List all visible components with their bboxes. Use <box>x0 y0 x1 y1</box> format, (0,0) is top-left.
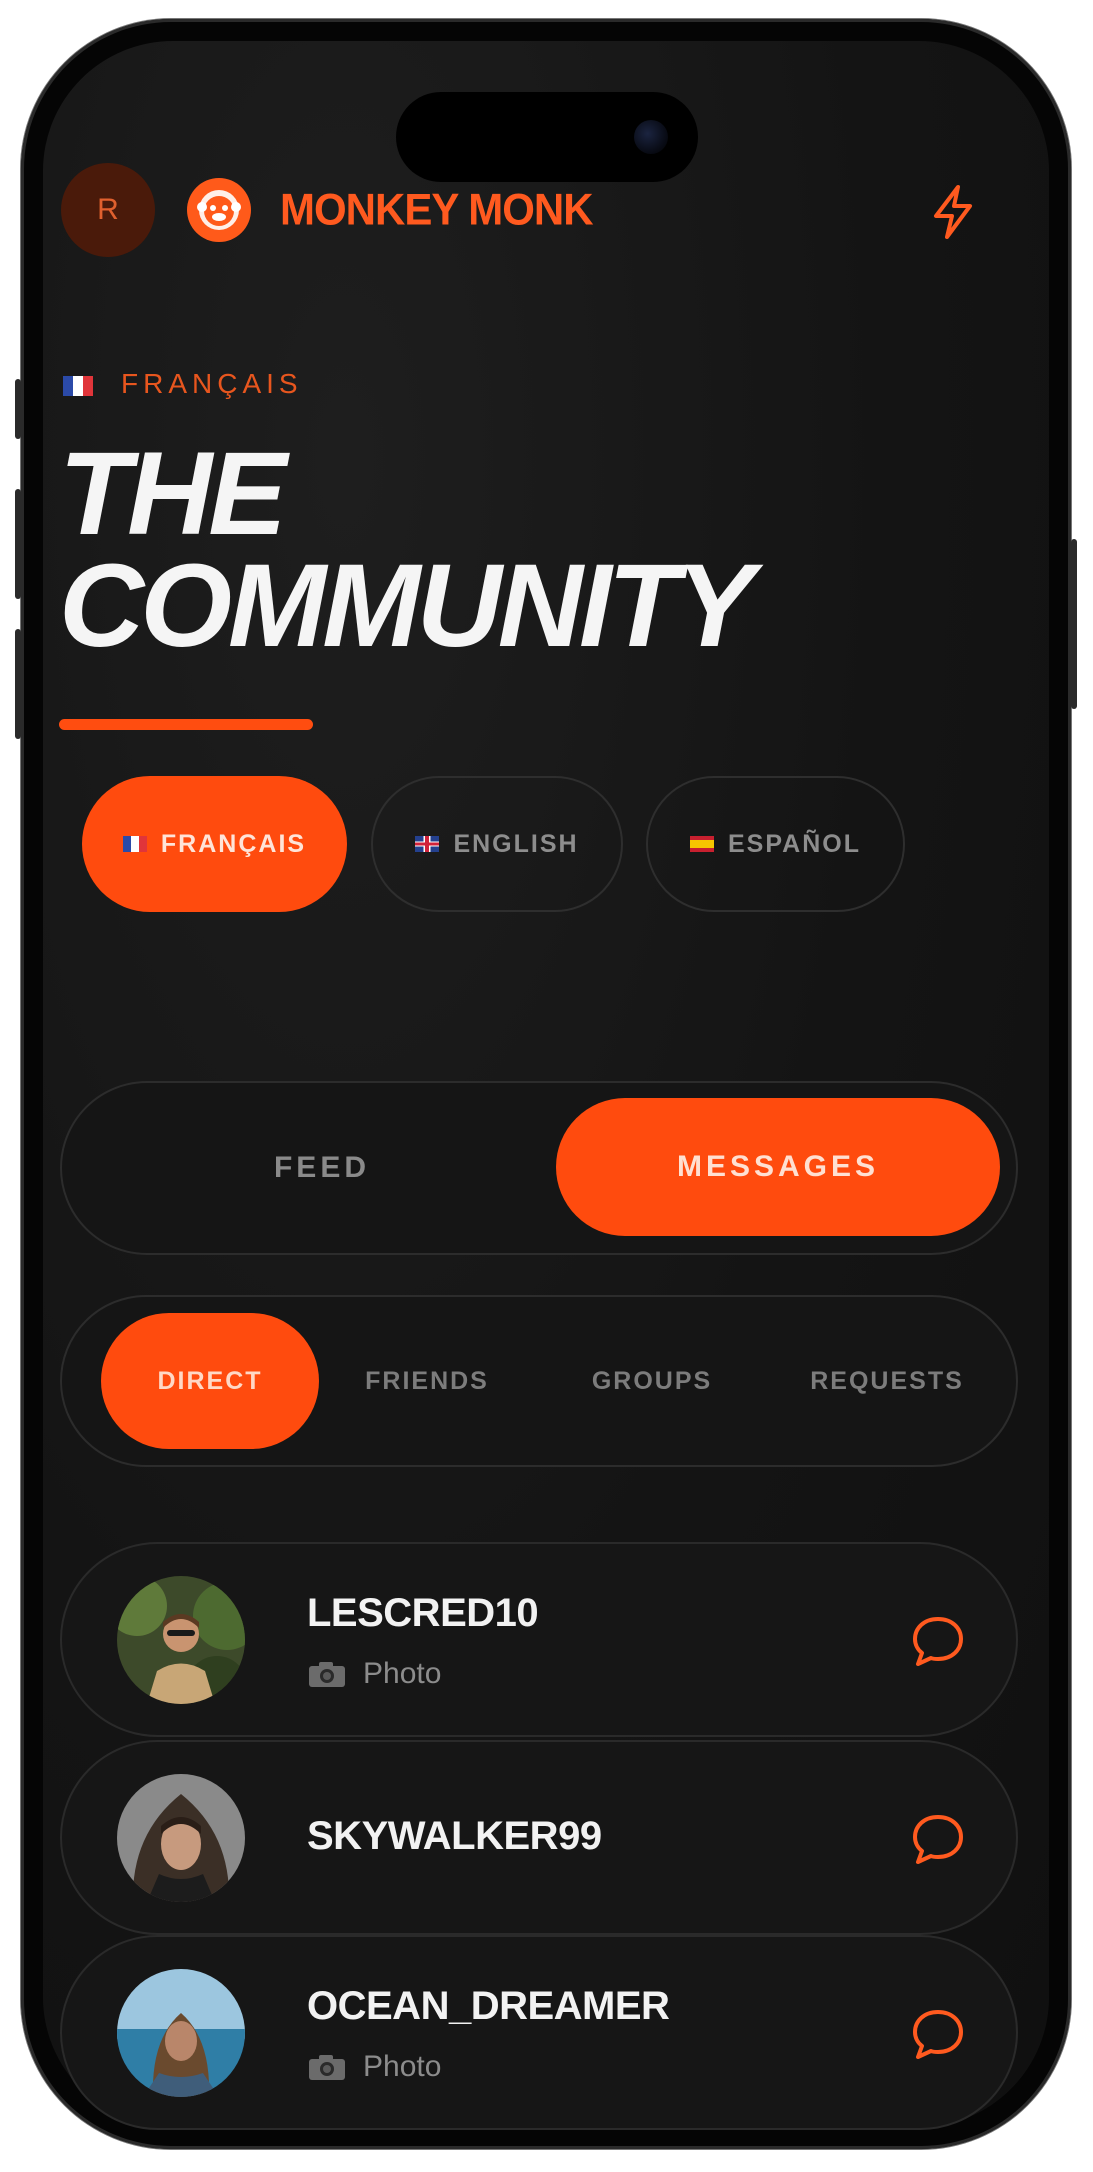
chat-bubble-icon[interactable] <box>910 1812 966 1866</box>
page-title-line-1: THE <box>59 428 287 560</box>
side-button <box>15 379 21 439</box>
volume-up-button <box>15 489 21 599</box>
language-pill-francais[interactable]: FRANÇAIS <box>82 776 347 912</box>
uk-flag-icon <box>415 836 440 852</box>
tab-direct[interactable]: DIRECT <box>101 1313 319 1449</box>
conversation-preview-text: Photo <box>363 1657 442 1690</box>
camera-icon <box>309 1662 345 1687</box>
spain-flag-icon <box>690 836 714 852</box>
conversation-row[interactable]: OCEAN_DREAMER Photo <box>60 1935 1018 2130</box>
monkey-logo-icon <box>187 178 251 242</box>
france-flag-icon <box>122 836 147 852</box>
conversation-preview-text: Photo <box>363 2050 442 2083</box>
language-pill-espanol[interactable]: ESPAÑOL <box>646 776 905 912</box>
tab-feed[interactable]: FEED <box>122 1083 522 1253</box>
user-avatar <box>117 1774 245 1902</box>
chat-bubble-icon[interactable] <box>910 2007 966 2061</box>
page-title: THE COMMUNITY <box>59 428 755 672</box>
conversation-preview: Photo <box>307 2050 441 2084</box>
tab-groups[interactable]: GROUPS <box>562 1297 742 1465</box>
conversation-row[interactable]: LESCRED10 Photo <box>60 1542 1018 1737</box>
language-pill-label: FRANÇAIS <box>160 829 307 858</box>
dynamic-island <box>396 92 698 182</box>
conversation-preview: Photo <box>307 1657 441 1691</box>
camera-icon <box>309 2055 345 2080</box>
user-avatar <box>117 1576 245 1704</box>
profile-avatar[interactable]: R <box>61 163 155 257</box>
chat-bubble-icon[interactable] <box>910 1614 966 1668</box>
front-camera-icon <box>634 120 668 154</box>
conversation-username: OCEAN_DREAMER <box>307 1984 670 2028</box>
conversation-username: SKYWALKER99 <box>307 1814 602 1858</box>
title-underline <box>59 719 313 730</box>
app-brand-name: MONKEY MONK <box>280 184 594 235</box>
message-filter-tabs: DIRECT FRIENDS GROUPS REQUESTS <box>60 1295 1018 1467</box>
language-pill-label: ENGLISH <box>453 829 579 858</box>
france-flag-icon <box>63 375 93 396</box>
current-language-text: FRANÇAIS <box>121 368 303 399</box>
feed-messages-toggle: FEED MESSAGES <box>60 1081 1018 1255</box>
page-title-line-2: COMMUNITY <box>59 540 755 672</box>
conversation-username: LESCRED10 <box>307 1591 539 1635</box>
volume-down-button <box>15 629 21 739</box>
tab-requests[interactable]: REQUESTS <box>792 1297 982 1465</box>
tab-friends[interactable]: FRIENDS <box>337 1297 517 1465</box>
conversation-row[interactable]: SKYWALKER99 <box>60 1740 1018 1935</box>
language-pill-english[interactable]: ENGLISH <box>371 776 623 912</box>
current-language-label: FRANÇAIS <box>63 368 303 400</box>
avatar-initial: R <box>97 193 119 226</box>
lightning-bolt-icon[interactable] <box>928 184 978 240</box>
tab-messages[interactable]: MESSAGES <box>556 1098 1000 1236</box>
language-pill-label: ESPAÑOL <box>728 829 861 858</box>
user-avatar <box>117 1969 245 2097</box>
power-button <box>1071 539 1077 709</box>
